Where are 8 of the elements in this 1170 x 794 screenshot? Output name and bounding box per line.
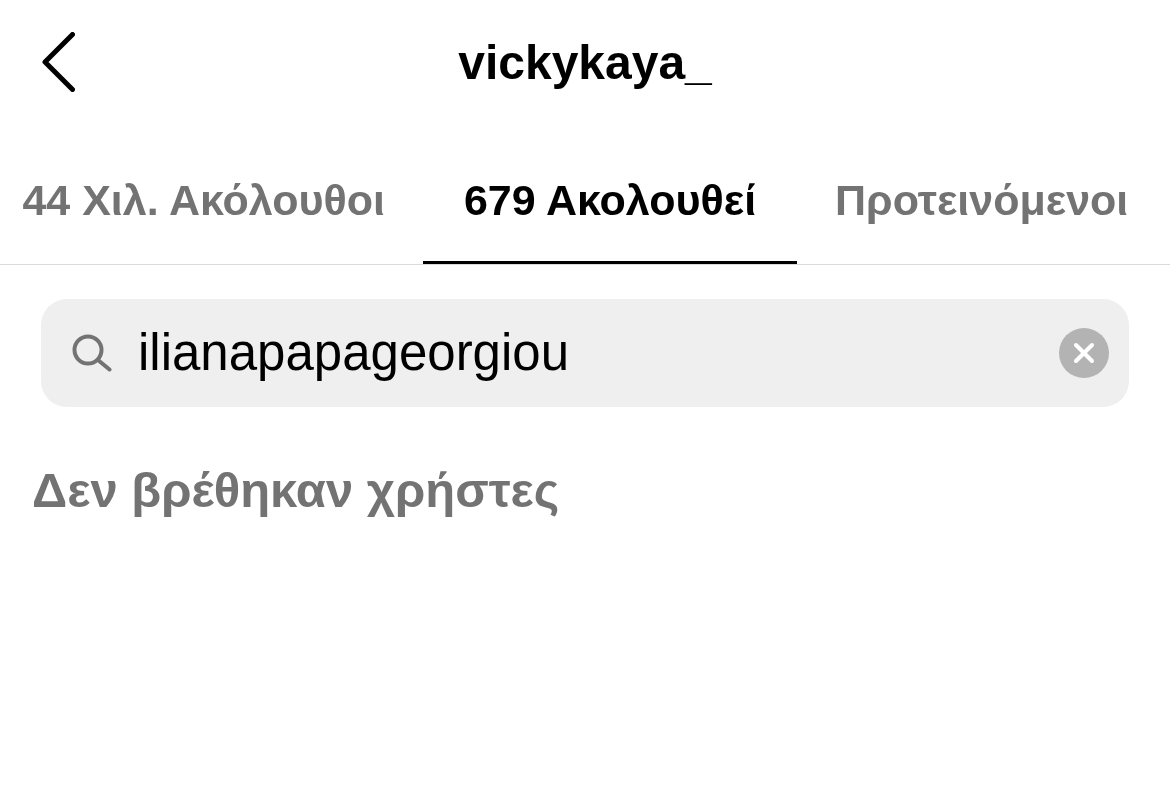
tab[interactable]: 679 Ακολουθεί [423,135,797,264]
search-icon [72,334,112,372]
chevron-left-icon[interactable] [42,31,75,92]
no-results-message: Δεν βρέθηκαν χρήστες [32,462,560,519]
profile-username: vickykaya_ [458,34,712,91]
search-field[interactable]: ilianapapageorgiou [41,299,1129,407]
tab[interactable]: 44 Χιλ. Ακόλουθοι [0,135,423,264]
tab[interactable]: Προτεινόμενοι [797,135,1170,264]
